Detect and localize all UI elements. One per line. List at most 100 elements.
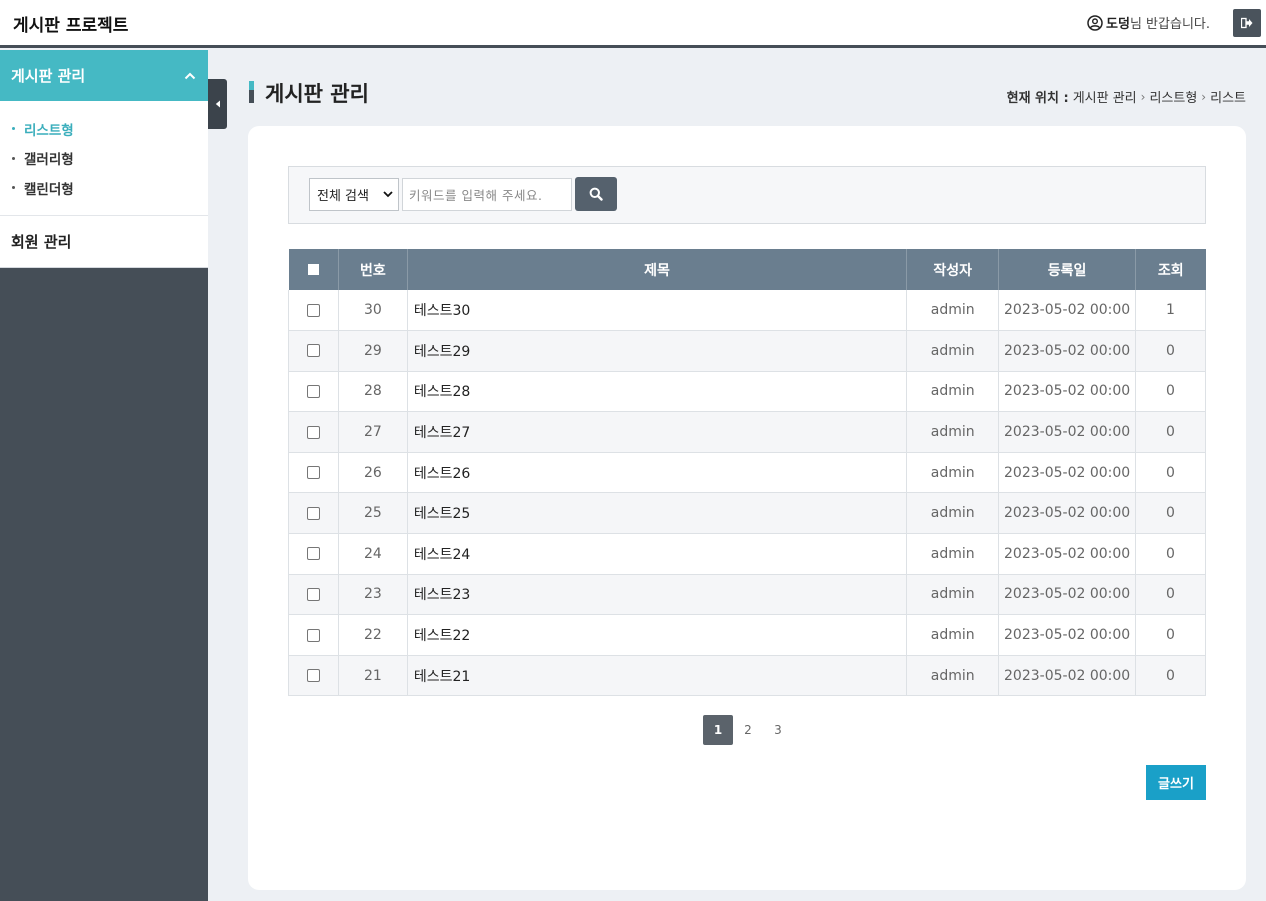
sidebar-item-gallery[interactable]: 갤러리형 <box>0 144 208 174</box>
row-title-link[interactable]: 테스트30 <box>406 290 907 332</box>
row-checkbox[interactable] <box>306 303 320 317</box>
table-row[interactable]: 28 테스트28 admin 2023-05-02 00:00 0 <box>288 371 1206 413</box>
table-row[interactable]: 27 테스트27 admin 2023-05-02 00:00 0 <box>288 411 1206 453</box>
search-icon <box>589 187 603 201</box>
row-views: 0 <box>1135 655 1206 697</box>
column-header-views: 조회 <box>1135 249 1206 290</box>
row-checkbox[interactable] <box>306 587 320 601</box>
row-title-link[interactable]: 테스트29 <box>406 330 907 372</box>
row-author: admin <box>906 533 999 575</box>
row-checkbox[interactable] <box>306 466 320 480</box>
search-input[interactable]: 키워드를 입력해 주세요. <box>402 178 572 211</box>
content-card: 전체 검색 키워드를 입력해 주세요. 번호 제목 작성자 등록일 조회 30 … <box>248 126 1246 890</box>
user-name: 도덩 <box>1106 17 1130 32</box>
row-checkbox[interactable] <box>306 344 320 358</box>
row-date: 2023-05-02 00:00 <box>998 411 1136 453</box>
table-header-row: 번호 제목 작성자 등록일 조회 <box>288 249 1206 290</box>
sidebar: 게시판 관리 리스트형 갤러리형 캘린더형 회원 관리 <box>0 50 208 901</box>
breadcrumb-item[interactable]: 게시판 관리 <box>1073 87 1137 106</box>
row-title-link[interactable]: 테스트28 <box>406 371 907 413</box>
table-row[interactable]: 30 테스트30 admin 2023-05-02 00:00 1 <box>288 290 1206 332</box>
row-title-link[interactable]: 테스트25 <box>406 492 907 535</box>
row-checkbox[interactable] <box>306 547 320 561</box>
row-author: admin <box>906 655 999 697</box>
sidebar-group-board[interactable]: 게시판 관리 <box>0 50 208 101</box>
row-no: 28 <box>337 371 408 413</box>
table-row[interactable]: 22 테스트22 admin 2023-05-02 00:00 0 <box>288 614 1206 656</box>
row-author: admin <box>906 452 999 494</box>
row-author: admin <box>906 290 999 332</box>
row-no: 24 <box>337 533 408 575</box>
row-date: 2023-05-02 00:00 <box>998 492 1136 535</box>
chevron-down-icon <box>383 191 393 198</box>
search-button[interactable] <box>575 177 617 211</box>
board-table: 번호 제목 작성자 등록일 조회 30 테스트30 admin 2023-05-… <box>288 249 1206 697</box>
chevron-right-icon: › <box>1140 89 1146 104</box>
row-title-link[interactable]: 테스트21 <box>406 655 907 697</box>
page-title: 게시판 관리 <box>265 82 369 106</box>
row-title-link[interactable]: 테스트23 <box>406 574 907 616</box>
row-views: 0 <box>1135 614 1206 656</box>
logout-button[interactable] <box>1233 9 1261 37</box>
sidebar-item-list[interactable]: 리스트형 <box>0 114 208 144</box>
row-checkbox[interactable] <box>306 628 320 642</box>
table-row[interactable]: 26 테스트26 admin 2023-05-02 00:00 0 <box>288 452 1206 494</box>
row-date: 2023-05-02 00:00 <box>998 330 1136 372</box>
search-panel: 전체 검색 키워드를 입력해 주세요. <box>288 166 1206 224</box>
row-checkbox[interactable] <box>306 384 320 398</box>
row-date: 2023-05-02 00:00 <box>998 371 1136 413</box>
row-no: 26 <box>337 452 408 494</box>
row-views: 1 <box>1135 290 1206 332</box>
row-date: 2023-05-02 00:00 <box>998 614 1136 656</box>
row-no: 25 <box>337 492 408 535</box>
app-title[interactable]: 게시판 프로젝트 <box>13 11 128 36</box>
column-header-author: 작성자 <box>906 249 999 290</box>
page-button-2[interactable]: 2 <box>733 715 763 745</box>
row-views: 0 <box>1135 533 1206 575</box>
bullet-icon <box>12 186 15 190</box>
row-views: 0 <box>1135 411 1206 453</box>
table-row[interactable]: 25 테스트25 admin 2023-05-02 00:00 0 <box>288 492 1206 535</box>
table-row[interactable]: 29 테스트29 admin 2023-05-02 00:00 0 <box>288 330 1206 372</box>
row-checkbox[interactable] <box>306 506 320 520</box>
row-views: 0 <box>1135 452 1206 494</box>
sidebar-item-label: 갤러리형 <box>24 152 74 169</box>
row-title-link[interactable]: 테스트27 <box>406 411 907 453</box>
select-all-checkbox[interactable] <box>307 264 319 275</box>
table-row[interactable]: 24 테스트24 admin 2023-05-02 00:00 0 <box>288 533 1206 575</box>
sidebar-collapse-toggle[interactable] <box>208 79 227 129</box>
row-title-link[interactable]: 테스트22 <box>406 614 907 656</box>
row-title-link[interactable]: 테스트26 <box>406 452 907 494</box>
logout-icon <box>1241 17 1253 29</box>
caret-left-icon <box>215 100 220 108</box>
breadcrumb-item[interactable]: 리스트형 <box>1149 87 1197 106</box>
sidebar-group-label: 회원 관리 <box>11 232 72 251</box>
row-author: admin <box>906 411 999 453</box>
row-checkbox[interactable] <box>306 669 320 683</box>
page-button-3[interactable]: 3 <box>763 715 793 745</box>
chevron-up-icon[interactable] <box>184 72 196 80</box>
search-type-select[interactable]: 전체 검색 <box>309 178 399 211</box>
row-date: 2023-05-02 00:00 <box>998 452 1136 494</box>
row-no: 29 <box>337 330 408 372</box>
table-row[interactable]: 23 테스트23 admin 2023-05-02 00:00 0 <box>288 574 1206 616</box>
select-all-cell <box>288 249 339 290</box>
write-post-button[interactable]: 글쓰기 <box>1146 765 1206 800</box>
top-header: 게시판 프로젝트 도덩 님 반갑습니다. <box>0 0 1266 48</box>
column-header-date: 등록일 <box>998 249 1136 290</box>
user-circle-icon <box>1087 14 1103 31</box>
page-button-1[interactable]: 1 <box>703 715 733 745</box>
row-date: 2023-05-02 00:00 <box>998 574 1136 616</box>
breadcrumb-item: 리스트 <box>1210 91 1246 106</box>
sidebar-group-label: 게시판 관리 <box>11 67 86 85</box>
table-row[interactable]: 21 테스트21 admin 2023-05-02 00:00 0 <box>288 655 1206 697</box>
row-no: 21 <box>337 655 408 697</box>
breadcrumb-label: 현재 위치 : <box>1006 91 1069 106</box>
row-title-link[interactable]: 테스트24 <box>406 533 907 575</box>
sidebar-group-members[interactable]: 회원 관리 <box>0 215 208 268</box>
column-header-title: 제목 <box>406 249 907 290</box>
sidebar-item-calendar[interactable]: 캘린더형 <box>0 173 208 203</box>
row-views: 0 <box>1135 492 1206 535</box>
row-checkbox[interactable] <box>306 425 320 439</box>
bullet-icon <box>12 156 15 160</box>
